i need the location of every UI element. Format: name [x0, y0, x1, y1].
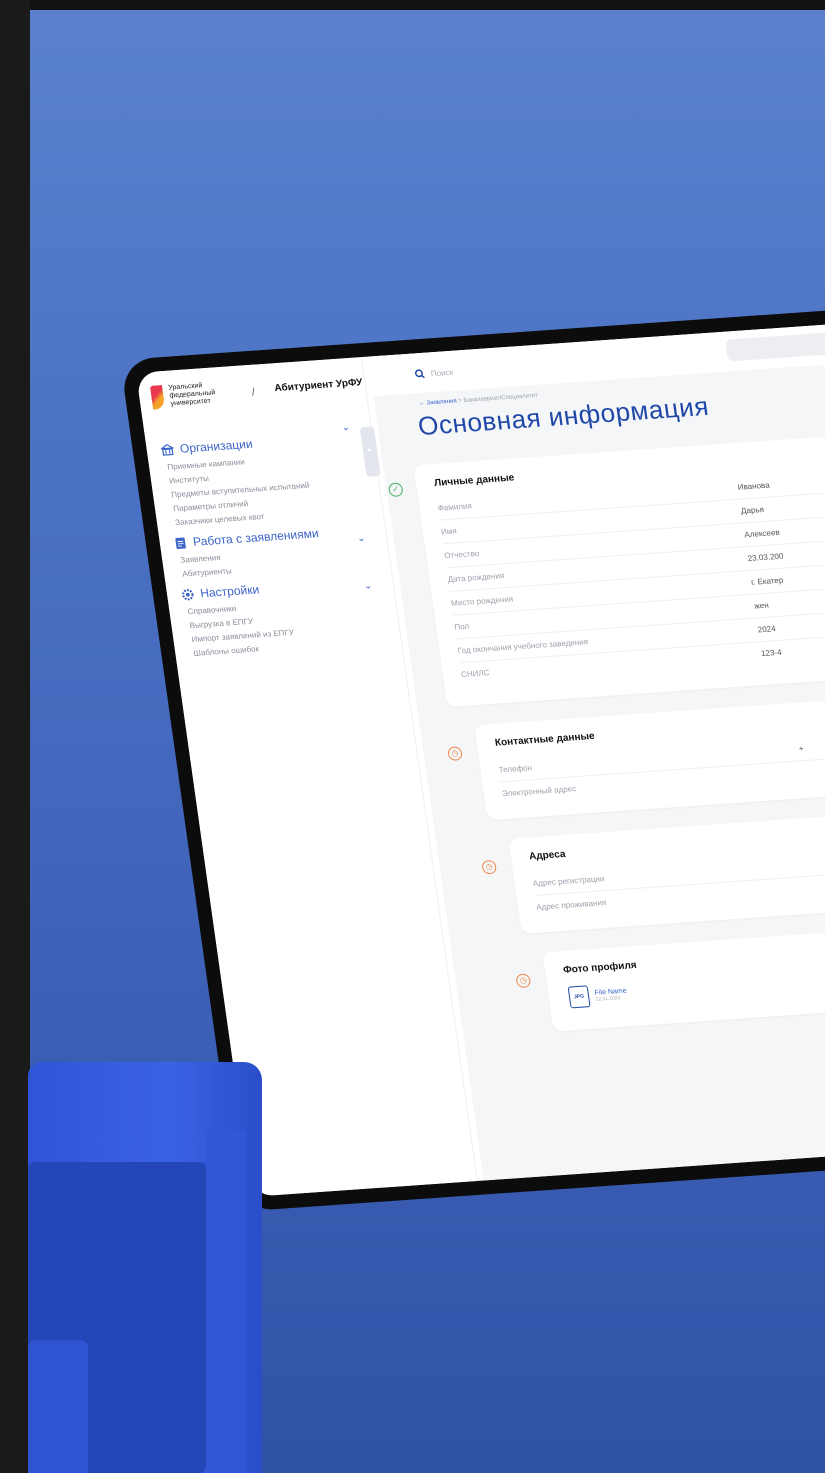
contact-data-card: Контактные данные Телефон + Электронный а…	[474, 689, 825, 821]
chevron-down-icon[interactable]: ⌄	[356, 533, 366, 544]
sidebar-nav: Организации Приемные кампании Институты …	[159, 421, 391, 663]
profile-photo-card: Фото профиля JPG File Name 12.11.2023	[542, 918, 825, 1032]
search-icon	[414, 369, 425, 379]
chevron-down-icon[interactable]: ⌄	[363, 580, 373, 591]
breadcrumb-separator: >	[457, 398, 463, 405]
status-pending-icon: ◷	[515, 973, 532, 989]
foreground-blue-object-edge	[206, 1130, 246, 1473]
field-value: +	[798, 744, 805, 754]
foreground-blue-object-base	[28, 1340, 88, 1473]
field-value: Иванова	[737, 480, 771, 492]
top-tab[interactable]	[725, 328, 825, 362]
file-icon: JPG	[567, 985, 591, 1009]
field-value: г. Екатер	[750, 575, 784, 587]
field-label: Пол	[453, 621, 470, 632]
uploaded-file[interactable]: JPG File Name 12.11.2023	[567, 983, 629, 1009]
status-pending-icon: ◷	[481, 859, 498, 875]
field-label: Адрес проживания	[535, 898, 607, 912]
addresses-card: Адреса Адрес регистрации Адрес проживани…	[508, 804, 825, 934]
gear-icon	[182, 588, 194, 600]
field-label: Электронный адрес	[501, 784, 577, 799]
university-logo[interactable]: Уральский федеральный университет	[149, 380, 231, 410]
breadcrumb-back-link[interactable]: ← Заявления	[419, 398, 458, 407]
card-title: Фото профиля	[562, 959, 638, 976]
field-label: Дата рождения	[447, 571, 505, 585]
header-separator: /	[251, 386, 256, 399]
chevron-down-icon[interactable]: ⌄	[341, 422, 351, 433]
field-label: Место рождения	[450, 594, 514, 608]
field-label: Адрес регистрации	[532, 874, 606, 889]
field-value: 123-4	[760, 647, 783, 659]
section-label: Работа с заявлениями	[192, 526, 320, 549]
field-value: 2024	[757, 624, 777, 635]
field-label: Фамилия	[437, 501, 473, 513]
breadcrumb-current: Бакалавриат/Специалитет	[463, 392, 539, 404]
building-icon	[160, 443, 175, 456]
app-name: Абитуриент УрФУ	[273, 377, 364, 395]
card-title: Личные данные	[433, 472, 515, 489]
search-field[interactable]: Поиск	[414, 344, 717, 383]
status-pending-icon: ◷	[447, 746, 464, 761]
document-icon	[175, 537, 186, 549]
logo-icon	[149, 385, 166, 410]
section-label: Организации	[178, 436, 254, 456]
field-label: Год окончания учебного заведения	[457, 637, 589, 656]
search-placeholder: Поиск	[430, 367, 454, 378]
field-value: 23.03.200	[747, 551, 784, 564]
left-dark-strip	[0, 0, 30, 1473]
card-title: Адреса	[528, 848, 567, 863]
personal-data-card: Личные данные Фамилия Иванова Имя Дарья От…	[413, 427, 825, 708]
field-label: Телефон	[498, 763, 533, 775]
field-value: Алексеев	[743, 527, 781, 540]
field-value: Дарья	[740, 505, 765, 516]
card-title: Контактные данные	[494, 730, 596, 749]
field-label: СНИЛС	[460, 668, 491, 680]
field-value: жен	[753, 600, 770, 611]
status-complete-icon: ✓	[387, 482, 404, 498]
top-dark-strip	[0, 0, 825, 10]
field-label: Отчество	[443, 548, 480, 561]
field-label: Имя	[440, 526, 458, 537]
logo-text: Уральский федеральный университет	[167, 382, 216, 408]
section-label: Настройки	[199, 582, 261, 601]
